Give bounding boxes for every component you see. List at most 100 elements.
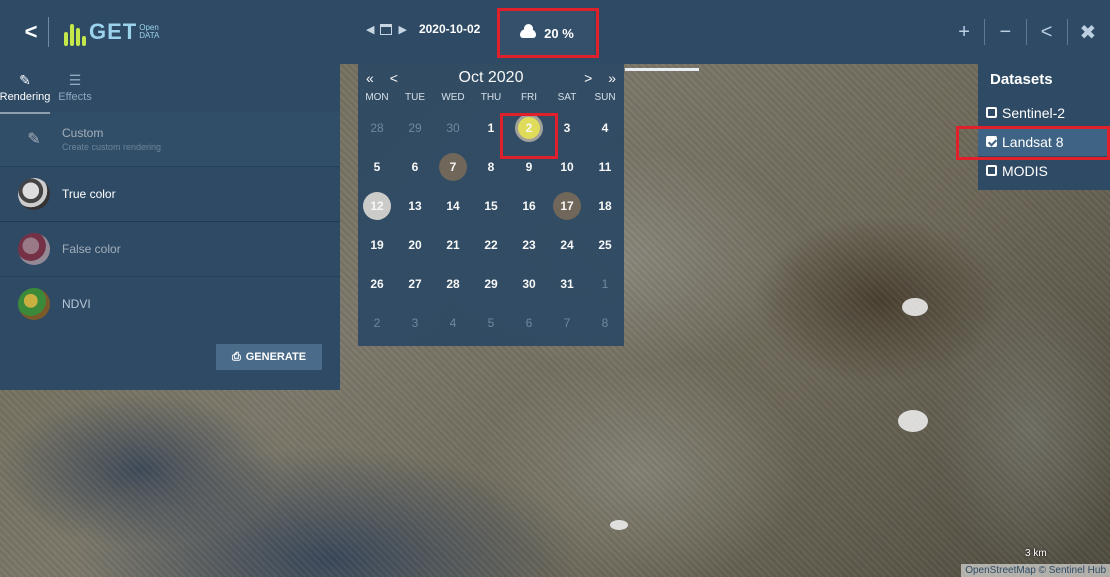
brush-icon: ✎ — [19, 72, 31, 88]
share-button[interactable]: < — [1032, 17, 1060, 47]
dataset-option-sentinel-2[interactable]: Sentinel-2 — [978, 98, 1110, 127]
tab-effects[interactable]: ☰ Effects — [50, 64, 100, 112]
date-picker-trigger[interactable]: ◀ ▶ 2020-10-02 — [366, 22, 480, 36]
app-logo[interactable]: GET Open DATA — [63, 18, 161, 46]
selected-date: 2020-10-02 — [418, 22, 481, 36]
calendar-popup: « < Oct 2020 > » MON TUE WED THU FRI SAT… — [358, 64, 624, 346]
zoom-out-button[interactable]: − — [991, 17, 1019, 47]
next-month-button[interactable]: > — [584, 70, 592, 86]
day-cell[interactable]: 9 — [510, 147, 548, 186]
day-cell[interactable]: 31 — [548, 264, 586, 303]
divider — [1066, 19, 1068, 45]
cloud-coverage-button[interactable]: 20 % — [500, 10, 594, 56]
day-cell[interactable]: 22 — [472, 225, 510, 264]
day-cell[interactable]: 1 — [472, 108, 510, 147]
map-toolbar: + − < ✖ — [950, 0, 1110, 64]
day-cell-today[interactable]: 12 — [358, 186, 396, 225]
rendering-panel: ✎ Rendering ☰ Effects ✎ Custom Create cu… — [0, 64, 340, 390]
day-cell[interactable]: 5 — [358, 147, 396, 186]
minus-icon: − — [999, 20, 1012, 43]
day-cell[interactable]: 20 — [396, 225, 434, 264]
day-cell[interactable]: 28 — [358, 108, 396, 147]
cloud-coverage-value: 20 % — [544, 25, 574, 41]
prev-month-button[interactable]: < — [390, 70, 398, 86]
generate-button[interactable]: ⎙ GENERATE — [216, 344, 322, 370]
day-cell[interactable]: 21 — [434, 225, 472, 264]
calendar-icon — [380, 23, 393, 35]
rendering-label: True color — [62, 187, 116, 201]
day-cell[interactable]: 25 — [586, 225, 624, 264]
tab-label: Effects — [58, 91, 92, 103]
next-date-icon[interactable]: ▶ — [398, 23, 406, 36]
weekday: WED — [441, 92, 465, 103]
divider — [984, 19, 986, 45]
day-cell[interactable]: 30 — [434, 108, 472, 147]
day-cell[interactable]: 19 — [358, 225, 396, 264]
map-attribution[interactable]: OpenStreetMap © Sentinel Hub — [961, 564, 1110, 577]
app-name: GET — [89, 19, 138, 44]
true-color-thumbnail — [18, 178, 50, 210]
day-cell[interactable]: 13 — [396, 186, 434, 225]
close-button[interactable]: ✖ — [1074, 17, 1102, 47]
weekday: SUN — [594, 92, 616, 103]
rendering-item-false-color[interactable]: False color — [0, 222, 340, 277]
divider — [1025, 19, 1027, 45]
next-year-button[interactable]: » — [608, 70, 616, 86]
day-cell[interactable]: 10 — [548, 147, 586, 186]
back-button[interactable]: < — [14, 15, 48, 49]
dataset-label: MODIS — [1002, 162, 1048, 179]
checkbox-icon[interactable] — [986, 107, 997, 118]
checkbox-icon[interactable] — [986, 165, 997, 176]
day-cell[interactable]: 16 — [510, 186, 548, 225]
day-cell[interactable]: 14 — [434, 186, 472, 225]
generate-label: GENERATE — [245, 351, 307, 363]
day-cell[interactable]: 29 — [396, 108, 434, 147]
day-cell[interactable]: 4 — [586, 108, 624, 147]
rendering-item-true-color[interactable]: True color — [0, 167, 340, 222]
day-cell[interactable]: 8 — [472, 147, 510, 186]
prev-date-icon[interactable]: ◀ — [366, 23, 374, 36]
divider — [48, 17, 49, 47]
brand-area: < GET Open DATA — [0, 0, 340, 64]
day-cell[interactable]: 3 — [548, 108, 586, 147]
day-cell[interactable]: 1 — [586, 264, 624, 303]
day-cell[interactable]: 18 — [586, 186, 624, 225]
day-cell-available[interactable]: 7 — [434, 147, 472, 186]
weekday: MON — [365, 92, 389, 103]
rendering-item-ndvi[interactable]: NDVI — [0, 277, 340, 331]
day-cell[interactable]: 3 — [396, 303, 434, 342]
false-color-thumbnail — [18, 233, 50, 265]
dataset-label: Sentinel-2 — [1002, 104, 1066, 121]
day-cell[interactable]: 6 — [396, 147, 434, 186]
zoom-in-button[interactable]: + — [950, 17, 978, 47]
day-cell-selected[interactable]: 2 — [510, 108, 548, 147]
day-cell[interactable]: 30 — [510, 264, 548, 303]
weekday-header: MON TUE WED THU FRI SAT SUN — [358, 92, 624, 108]
rendering-item-custom[interactable]: ✎ Custom Create custom rendering — [0, 112, 340, 167]
day-cell[interactable]: 26 — [358, 264, 396, 303]
map-scale: 3 km — [1025, 548, 1047, 559]
weekday: TUE — [405, 92, 425, 103]
panel-tabs: ✎ Rendering ☰ Effects — [0, 64, 340, 114]
dataset-option-modis[interactable]: MODIS — [978, 156, 1110, 185]
day-cell[interactable]: 11 — [586, 147, 624, 186]
day-cell[interactable]: 24 — [548, 225, 586, 264]
checkbox-checked-icon[interactable] — [986, 136, 997, 147]
day-cell[interactable]: 6 — [510, 303, 548, 342]
dataset-option-landsat-8[interactable]: Landsat 8 — [978, 127, 1110, 156]
day-cell[interactable]: 7 — [548, 303, 586, 342]
day-cell[interactable]: 28 — [434, 264, 472, 303]
day-cell[interactable]: 5 — [472, 303, 510, 342]
day-cell[interactable]: 23 — [510, 225, 548, 264]
calendar-month: Oct 2020 — [458, 69, 524, 86]
prev-year-button[interactable]: « — [366, 70, 374, 86]
day-cell-available[interactable]: 17 — [548, 186, 586, 225]
day-cell[interactable]: 4 — [434, 303, 472, 342]
day-cell[interactable]: 2 — [358, 303, 396, 342]
day-cell[interactable]: 8 — [586, 303, 624, 342]
rendering-label: NDVI — [62, 297, 91, 311]
day-cell[interactable]: 29 — [472, 264, 510, 303]
tab-rendering[interactable]: ✎ Rendering — [0, 64, 50, 114]
day-cell[interactable]: 27 — [396, 264, 434, 303]
day-cell[interactable]: 15 — [472, 186, 510, 225]
